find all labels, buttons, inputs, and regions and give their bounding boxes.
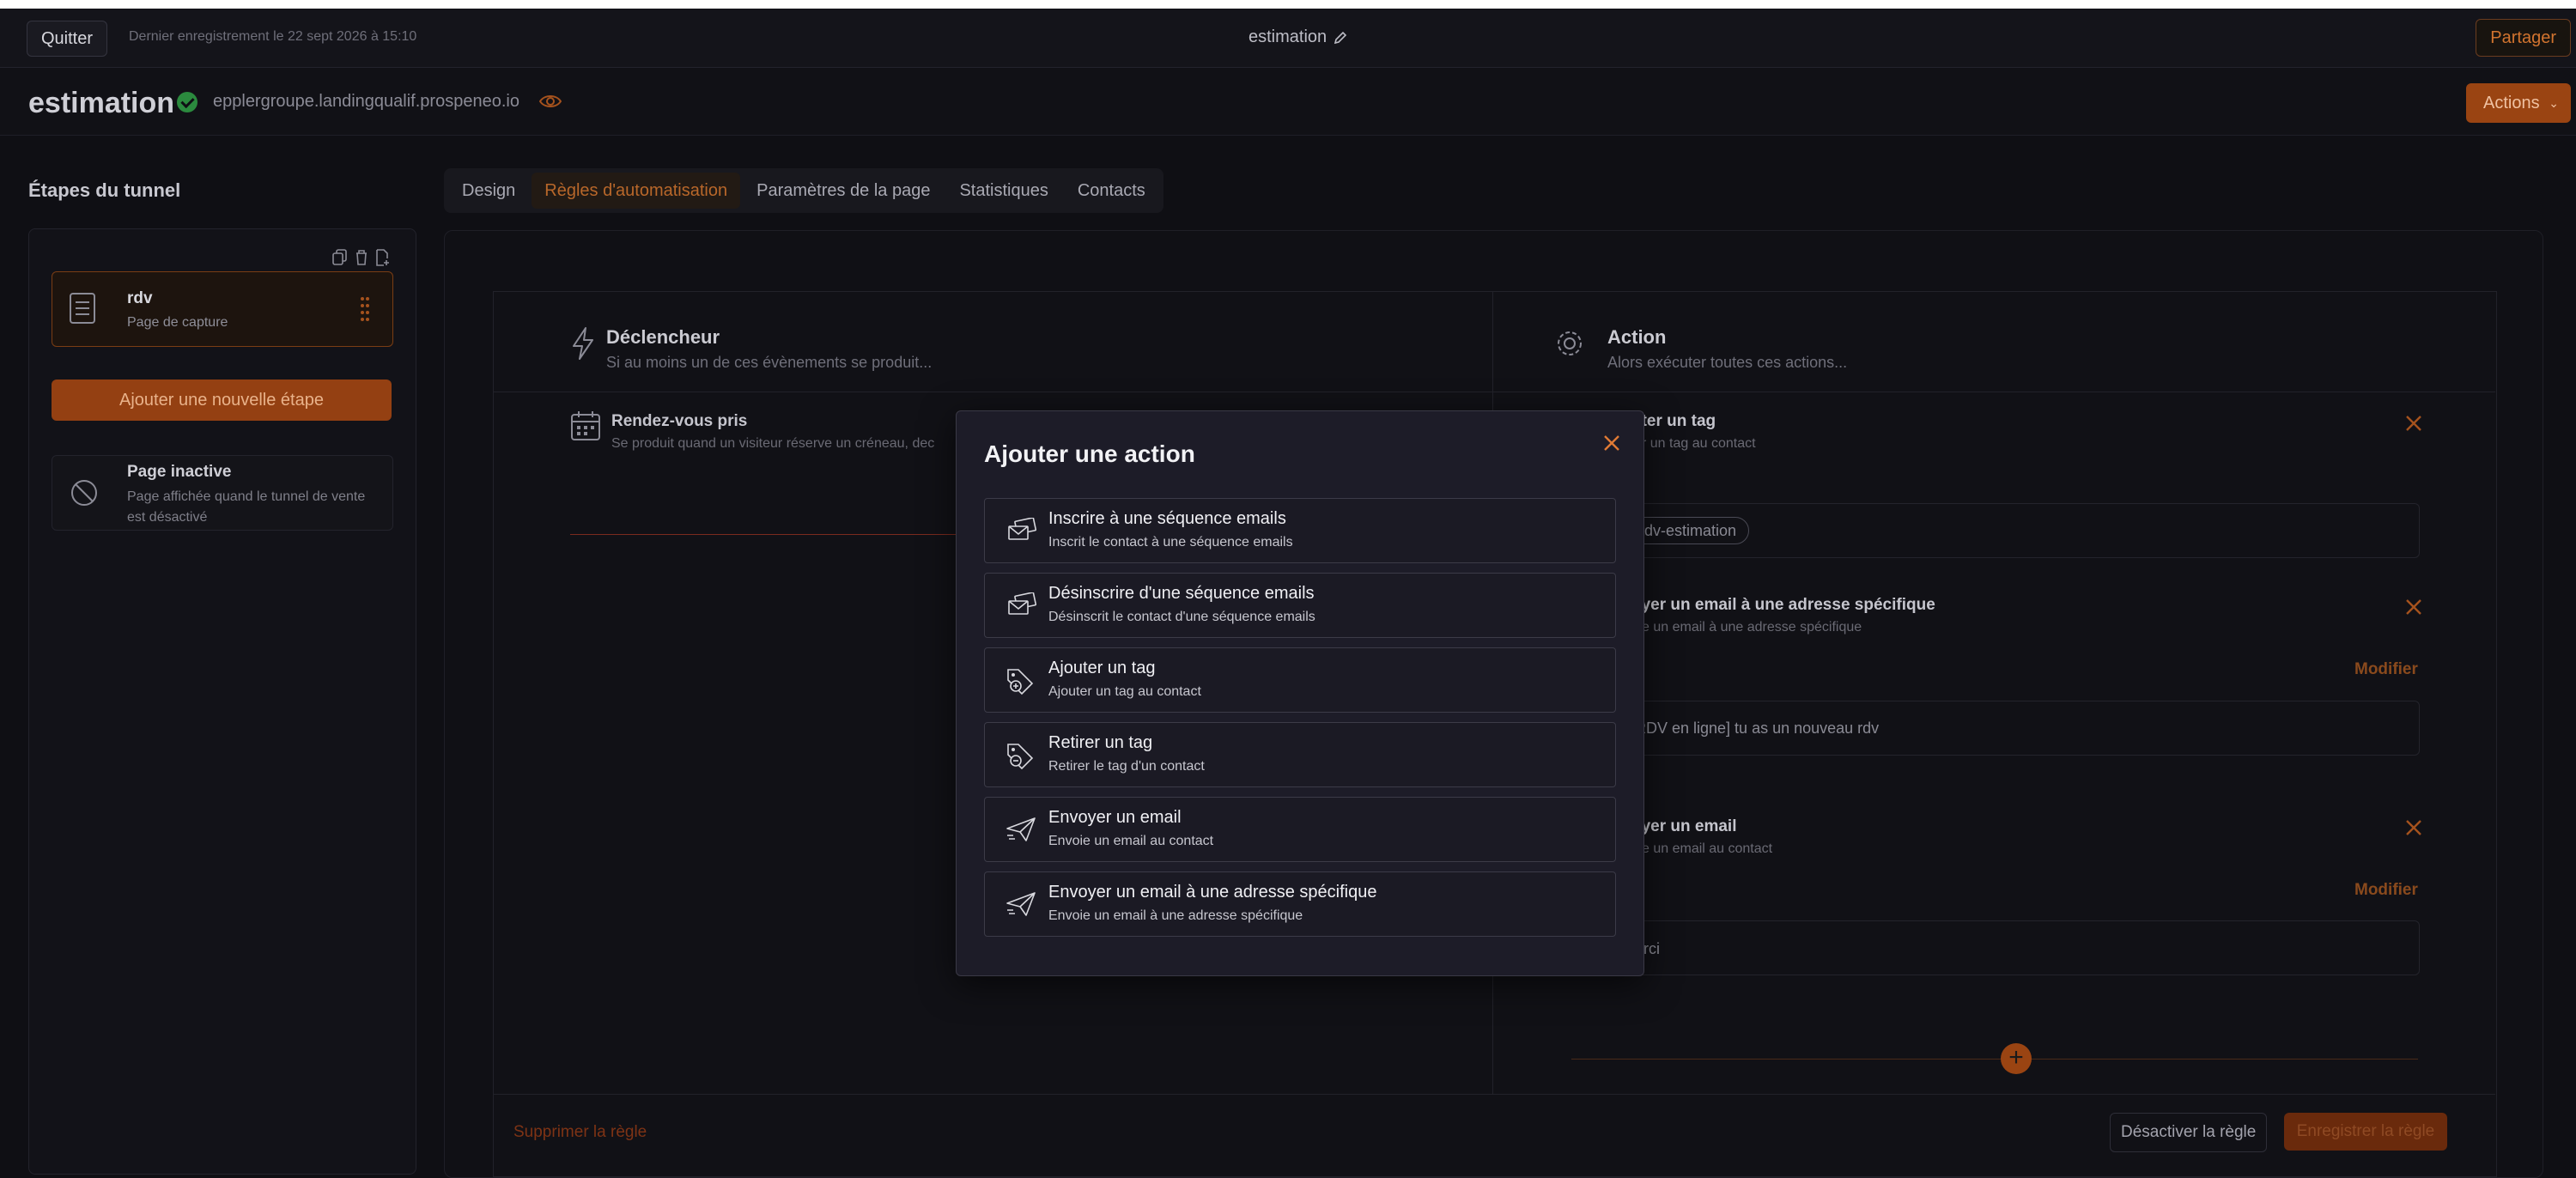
option-remove-tag[interactable]: Retirer un tag Retirer le tag d'un conta…: [984, 722, 1616, 787]
funnel-step-card[interactable]: rdv Page de capture: [52, 271, 393, 347]
trigger-item-subtitle: Se produit quand un visiteur réserve un …: [611, 436, 935, 451]
option-subscribe-sequence[interactable]: Inscrire à une séquence emails Inscrit l…: [984, 498, 1616, 563]
pencil-icon[interactable]: [1334, 31, 1347, 45]
close-icon[interactable]: [1602, 434, 1621, 452]
add-step-button[interactable]: Ajouter une nouvelle étape: [52, 380, 392, 421]
tab-automation-rules[interactable]: Règles d'automatisation: [532, 173, 741, 209]
option-subtitle: Désinscrit le contact d'une séquence ema…: [1048, 610, 1315, 624]
actions-dropdown-button[interactable]: Actions ⌄: [2466, 83, 2571, 123]
paper-plane-icon: [1006, 817, 1036, 841]
trigger-separator: [570, 534, 957, 535]
option-unsubscribe-sequence[interactable]: Désinscrire d'une séquence emails Désins…: [984, 573, 1616, 638]
page-title: estimation: [28, 87, 175, 119]
option-subtitle: Envoie un email au contact: [1048, 834, 1214, 848]
inactive-title: Page inactive: [127, 463, 232, 481]
tab-design[interactable]: Design: [449, 173, 528, 209]
window-top-strip: [0, 0, 2576, 9]
trigger-item-title: Rendez-vous pris: [611, 412, 748, 430]
option-title: Inscrire à une séquence emails: [1048, 509, 1286, 528]
envelopes-icon: [1008, 592, 1036, 615]
actions-label: Actions: [2483, 94, 2540, 112]
inactive-subtitle: Page affichée quand le tunnel de vente e…: [127, 489, 366, 525]
option-title: Envoyer un email: [1048, 808, 1182, 827]
lightning-icon: [573, 327, 593, 360]
envelopes-icon: [1008, 518, 1036, 540]
option-subtitle: Inscrit le contact à une séquence emails: [1048, 535, 1293, 550]
funnel-steps-sidebar: [28, 228, 416, 1175]
eye-icon[interactable]: [539, 93, 562, 110]
option-subtitle: Envoie un email à une adresse spécifique: [1048, 908, 1303, 923]
save-rule-button[interactable]: Enregistrer la règle: [2284, 1113, 2447, 1151]
sidebar-title: Étapes du tunnel: [28, 179, 181, 201]
email-subject-value: RDV en ligne] tu as un nouveau rdv: [1635, 720, 1880, 737]
action-title: Action: [1607, 326, 1667, 348]
option-subtitle: Retirer le tag d'un contact: [1048, 759, 1205, 774]
paper-plane-icon: [1006, 892, 1036, 916]
step-subtitle: Page de capture: [127, 315, 228, 330]
option-title: Retirer un tag: [1048, 733, 1153, 752]
action-item-title: oyer un email: [1631, 817, 1737, 835]
modify-link[interactable]: Modifier: [2354, 881, 2418, 900]
option-title: Envoyer un email à une adresse spécifiqu…: [1048, 883, 1377, 902]
option-title: Désinscrire d'une séquence emails: [1048, 584, 1315, 603]
disable-rule-button[interactable]: Désactiver la règle: [2110, 1113, 2268, 1152]
quit-button[interactable]: Quitter: [27, 21, 108, 57]
file-add-icon[interactable]: [375, 249, 391, 266]
tab-contacts[interactable]: Contacts: [1065, 173, 1158, 209]
delete-rule-button[interactable]: Supprimer la règle: [513, 1123, 647, 1142]
add-action-button[interactable]: +: [2001, 1043, 2032, 1074]
calendar-icon: [571, 411, 600, 440]
copy-icon[interactable]: [332, 249, 348, 266]
trigger-subtitle: Si au moins un de ces évènements se prod…: [606, 354, 933, 371]
top-bar: Quitter Dernier enregistrement le 22 sep…: [0, 9, 2576, 68]
page-tabs: Design Règles d'automatisation Paramètre…: [444, 168, 1163, 213]
verified-check-icon: [177, 92, 197, 112]
option-add-tag[interactable]: Ajouter un tag Ajouter un tag au contact: [984, 647, 1616, 713]
action-item-subtitle: r un tag au contact: [1642, 436, 1756, 451]
share-button[interactable]: Partager: [2476, 19, 2571, 57]
last-saved-text: Dernier enregistrement le 22 sept 2026 à…: [129, 29, 417, 44]
add-action-line: [1571, 1059, 2418, 1060]
add-action-modal: Ajouter une action Inscrire à une séquen…: [956, 410, 1644, 976]
trigger-title: Déclencheur: [606, 326, 720, 348]
email-subject-field[interactable]: [1595, 920, 2420, 975]
page-domain[interactable]: epplergroupe.landingqualif.prospeneo.io: [213, 92, 519, 112]
step-title: rdv: [127, 289, 153, 307]
ban-icon: [71, 480, 97, 506]
option-send-email[interactable]: Envoyer un email Envoie un email au cont…: [984, 797, 1616, 862]
document-title-text: estimation: [1249, 27, 1327, 46]
modify-link[interactable]: Modifier: [2354, 660, 2418, 679]
action-item-title: oyer un email à une adresse spécifique: [1631, 596, 1935, 614]
modal-title: Ajouter une action: [984, 440, 1195, 467]
action-subtitle: Alors exécuter toutes ces actions...: [1607, 354, 1848, 371]
close-icon[interactable]: [2404, 598, 2423, 616]
gear-icon: [1558, 331, 1582, 355]
option-title: Ajouter un tag: [1048, 659, 1156, 677]
chevron-down-icon: ⌄: [2549, 96, 2559, 110]
drag-handle-icon[interactable]: [360, 296, 370, 322]
tab-statistics[interactable]: Statistiques: [946, 173, 1060, 209]
action-item-subtitle: e un email à une adresse spécifique: [1642, 620, 1862, 635]
inactive-page-card[interactable]: Page inactive Page affichée quand le tun…: [52, 455, 393, 531]
close-icon[interactable]: [2404, 414, 2423, 433]
page-header: estimation epplergroupe.landingqualif.pr…: [0, 68, 2576, 136]
step-tools: [332, 249, 391, 266]
action-item-subtitle: e un email au contact: [1642, 841, 1773, 856]
page-icon: [70, 293, 95, 324]
option-subtitle: Ajouter un tag au contact: [1048, 684, 1201, 699]
trash-icon[interactable]: [355, 249, 368, 266]
close-icon[interactable]: [2404, 818, 2423, 837]
document-title[interactable]: estimation: [1249, 27, 1347, 47]
tab-page-settings[interactable]: Paramètres de la page: [744, 173, 943, 209]
footer-divider: [493, 1094, 2495, 1095]
option-send-email-specific-address[interactable]: Envoyer un email à une adresse spécifiqu…: [984, 871, 1616, 937]
tag-plus-icon: [1007, 669, 1034, 695]
tag-minus-icon: [1007, 744, 1034, 769]
